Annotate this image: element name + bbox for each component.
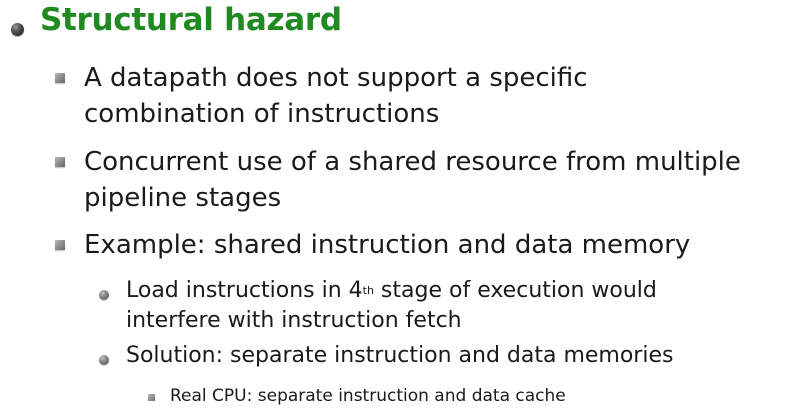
bullet-text-line: A datapath does not support a specific (84, 63, 588, 93)
sub-bullet-text-line: Load instructions in 4th stage of execut… (126, 276, 657, 309)
slide-heading: Structural hazard (40, 2, 342, 38)
sub-bullet-text-part: stage of execution would (373, 278, 657, 303)
round-bullet-icon (11, 23, 24, 36)
round-bullet-icon (99, 355, 109, 365)
bullet-text-line: pipeline stages (84, 183, 282, 213)
slide: Structural hazard A datapath does not su… (0, 0, 807, 416)
ordinal-suffix: th (362, 284, 374, 297)
square-bullet-icon (55, 73, 65, 83)
bullet-text-line: combination of instructions (84, 99, 440, 129)
bullet-text-line: Concurrent use of a shared resource from… (84, 147, 741, 177)
sub-bullet-text-line: interfere with instruction fetch (126, 308, 462, 333)
square-bullet-icon (55, 240, 65, 250)
sub-sub-bullet-text-line: Real CPU: separate instruction and data … (170, 386, 566, 406)
square-bullet-icon (148, 394, 155, 401)
square-bullet-icon (55, 157, 65, 167)
sub-bullet-text-part: Load instructions in 4 (126, 278, 363, 303)
bullet-text-line: Example: shared instruction and data mem… (84, 230, 691, 260)
round-bullet-icon (99, 290, 109, 300)
sub-bullet-text-line: Solution: separate instruction and data … (126, 343, 674, 368)
